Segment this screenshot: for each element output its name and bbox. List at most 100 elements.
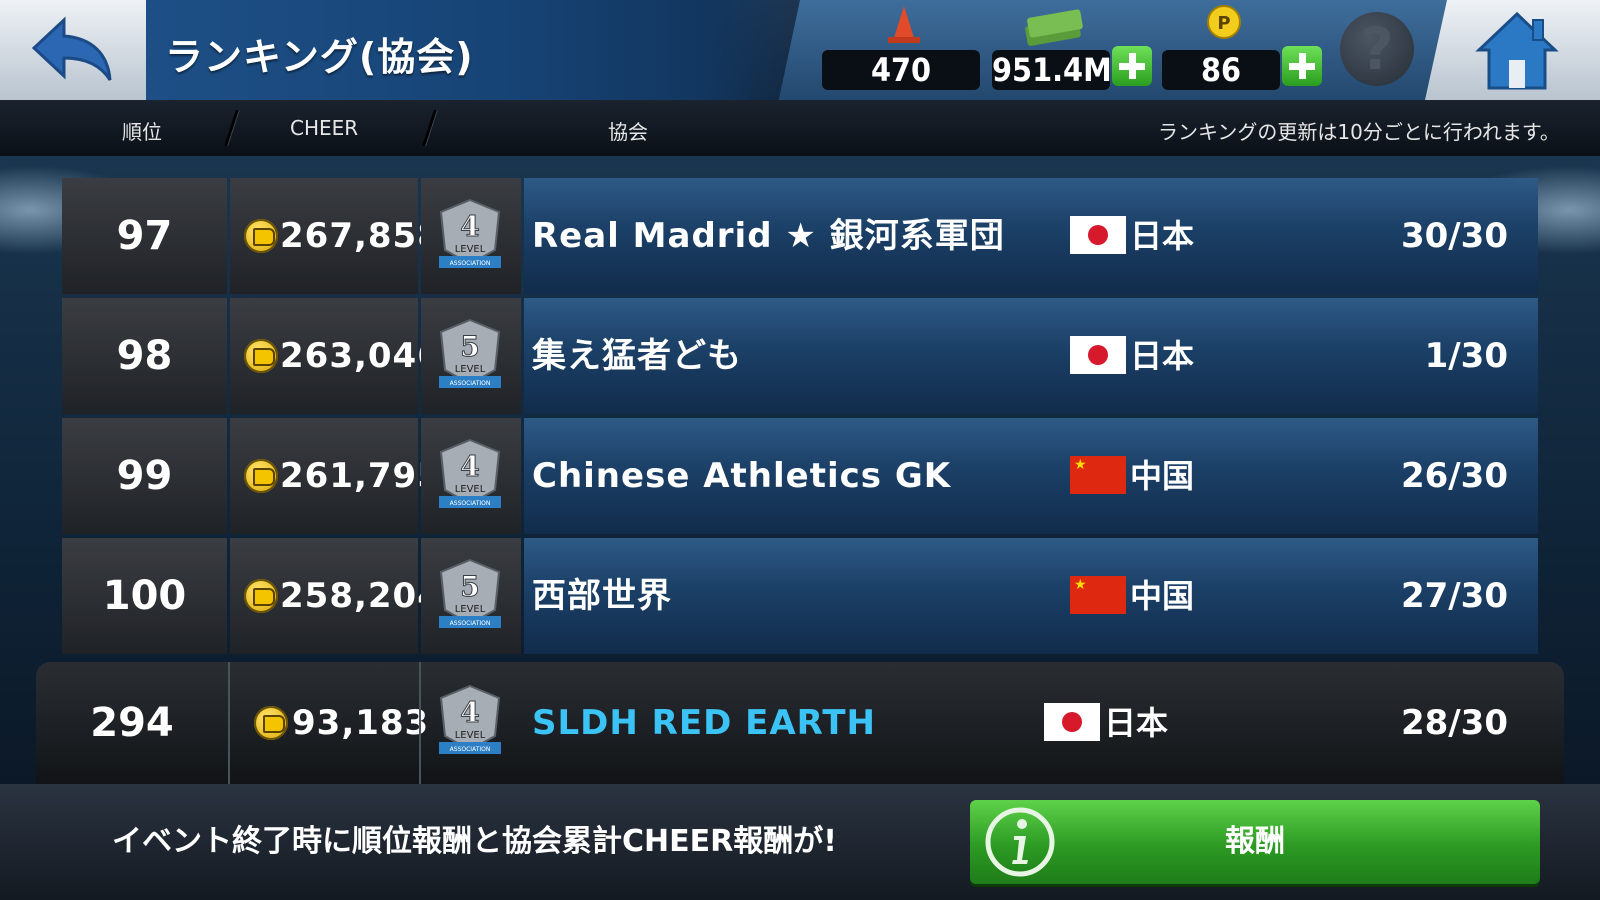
level-badge-icon: 4 LEVEL ASSOCIATION xyxy=(439,684,501,754)
ranking-row[interactable]: 99 261,795 4 LEVEL ASSOCIATION Chinese A… xyxy=(62,418,1538,534)
badge-level-number: 5 xyxy=(460,330,479,363)
rank-cell: 97 xyxy=(62,178,227,294)
level-badge-icon: 5 LEVEL ASSOCIATION xyxy=(439,558,501,628)
level-badge-icon: 4 LEVEL ASSOCIATION xyxy=(439,438,501,508)
reward-button[interactable]: 報酬 xyxy=(970,800,1540,884)
help-icon: ? xyxy=(1360,15,1394,83)
ranking-row[interactable]: 100 258,204 5 LEVEL ASSOCIATION 西部世界 中国 … xyxy=(62,538,1538,654)
badge-sub-text: ASSOCIATION xyxy=(450,500,491,507)
level-badge-cell: 4 LEVEL ASSOCIATION xyxy=(421,418,521,534)
country-name: 中国 xyxy=(1130,457,1195,495)
badge-level-number: 4 xyxy=(460,450,479,483)
top-bar: ランキング(協会) 470 951.4M P 86 ? xyxy=(0,0,1600,100)
cheer-value: 93,183 xyxy=(292,703,430,743)
badge-level-number: 4 xyxy=(460,210,479,243)
svg-text:P: P xyxy=(1217,13,1230,34)
association-cell: SLDH RED EARTH 日本 28/30 xyxy=(524,662,1564,784)
cheer-value: 267,858 xyxy=(280,216,442,256)
help-button[interactable]: ? xyxy=(1340,12,1414,86)
level-badge-cell: 4 LEVEL ASSOCIATION xyxy=(421,662,521,784)
reward-button-label: 報酬 xyxy=(1225,824,1285,859)
ranking-row[interactable]: 97 267,858 4 LEVEL ASSOCIATION Real Madr… xyxy=(62,178,1538,294)
cash-stack-icon xyxy=(1025,9,1083,46)
japan-flag-icon xyxy=(1070,216,1126,254)
badge-level-word: LEVEL xyxy=(455,730,486,741)
badge-level-number: 4 xyxy=(460,696,479,729)
member-count: 28/30 xyxy=(1400,703,1508,743)
rank-cell: 99 xyxy=(62,418,227,534)
association-name: 西部世界 xyxy=(532,576,672,616)
association-name: 集え猛者ども xyxy=(532,336,742,376)
member-count: 30/30 xyxy=(1400,216,1508,256)
cheer-cell: 261,795 xyxy=(230,418,441,534)
update-note: ランキングの更新は10分ごとに行われます。 xyxy=(1158,120,1560,144)
cheer-coin-icon xyxy=(244,459,278,493)
association-name: Real Madrid ★ 銀河系軍団 xyxy=(532,216,1005,256)
badge-sub-text: ASSOCIATION xyxy=(450,746,491,753)
badge-level-number: 5 xyxy=(460,570,479,603)
member-count: 26/30 xyxy=(1400,456,1508,496)
cheer-column-header: CHEER xyxy=(290,116,359,140)
country-name: 中国 xyxy=(1130,577,1195,615)
cheer-coin-icon xyxy=(244,339,278,373)
rank-cell: 100 xyxy=(62,538,227,654)
association-column-header: 協会 xyxy=(608,120,648,144)
page-title: ランキング(協会) xyxy=(165,35,474,79)
rank-cell: 294 xyxy=(90,700,174,746)
cheer-coin-icon xyxy=(244,219,278,253)
cheer-coin-icon xyxy=(244,579,278,613)
rank-cell: 98 xyxy=(62,298,227,414)
cheer-coin-icon xyxy=(254,706,288,740)
cheer-cell: 258,204 xyxy=(230,538,441,654)
money-value: 951.4M xyxy=(992,50,1112,90)
ranking-row[interactable]: 98 263,046 5 LEVEL ASSOCIATION 集え猛者ども 日本… xyxy=(62,298,1538,414)
association-cell: Chinese Athletics GK 中国 26/30 xyxy=(524,418,1538,534)
rank-column-header: 順位 xyxy=(122,120,162,144)
my-association-row[interactable]: 294 93,183 4 LEVEL ASSOCIATION SLDH RED … xyxy=(36,662,1564,784)
badge-level-word: LEVEL xyxy=(455,604,486,615)
cheer-value: 261,795 xyxy=(280,456,442,496)
cheer-cell: 93,183 xyxy=(230,662,428,784)
association-cell: Real Madrid ★ 銀河系軍団 日本 30/30 xyxy=(524,178,1538,294)
home-icon xyxy=(1475,11,1559,90)
country-name: 日本 xyxy=(1130,217,1195,255)
member-count: 27/30 xyxy=(1400,576,1508,616)
country-name: 日本 xyxy=(1104,704,1169,742)
column-divider xyxy=(224,110,239,146)
badge-level-word: LEVEL xyxy=(455,244,486,255)
level-badge-icon: 5 LEVEL ASSOCIATION xyxy=(439,318,501,388)
badge-sub-text: ASSOCIATION xyxy=(450,620,491,627)
cheer-cell: 263,046 xyxy=(230,298,441,414)
column-divider xyxy=(422,110,437,146)
points-value: 86 xyxy=(1162,50,1280,90)
cone-icon xyxy=(888,6,920,43)
badge-level-word: LEVEL xyxy=(455,364,486,375)
china-flag-icon xyxy=(1070,456,1126,494)
cheer-value: 258,204 xyxy=(280,576,442,616)
cheer-cell: 267,858 xyxy=(230,178,441,294)
japan-flag-icon xyxy=(1070,336,1126,374)
badge-level-word: LEVEL xyxy=(455,484,486,495)
level-badge-cell: 5 LEVEL ASSOCIATION xyxy=(421,538,521,654)
cones-value: 470 xyxy=(822,50,980,90)
level-badge-icon: 4 LEVEL ASSOCIATION xyxy=(439,198,501,268)
p-coin-icon: P xyxy=(1207,5,1241,39)
footer-bar: イベント終了時に順位報酬と協会累計CHEER報酬が! 報酬 xyxy=(0,784,1600,900)
back-arrow-icon xyxy=(31,16,112,81)
china-flag-icon xyxy=(1070,576,1126,614)
country-name: 日本 xyxy=(1130,337,1195,375)
column-header-row: 順位 CHEER 協会 ランキングの更新は10分ごとに行われます。 xyxy=(0,100,1600,156)
my-association-name: SLDH RED EARTH xyxy=(532,703,876,743)
level-badge-cell: 4 LEVEL ASSOCIATION xyxy=(421,178,521,294)
home-button[interactable] xyxy=(1425,0,1600,100)
event-reward-notice: イベント終了時に順位報酬と協会累計CHEER報酬が! xyxy=(112,824,837,859)
add-money-button[interactable] xyxy=(1112,46,1152,86)
add-points-button[interactable] xyxy=(1282,46,1322,86)
cheer-value: 263,046 xyxy=(280,336,442,376)
association-cell: 西部世界 中国 27/30 xyxy=(524,538,1538,654)
level-badge-cell: 5 LEVEL ASSOCIATION xyxy=(421,298,521,414)
japan-flag-icon xyxy=(1044,703,1100,741)
association-name: Chinese Athletics GK xyxy=(532,456,952,496)
badge-sub-text: ASSOCIATION xyxy=(450,380,491,387)
back-button[interactable] xyxy=(0,0,146,100)
